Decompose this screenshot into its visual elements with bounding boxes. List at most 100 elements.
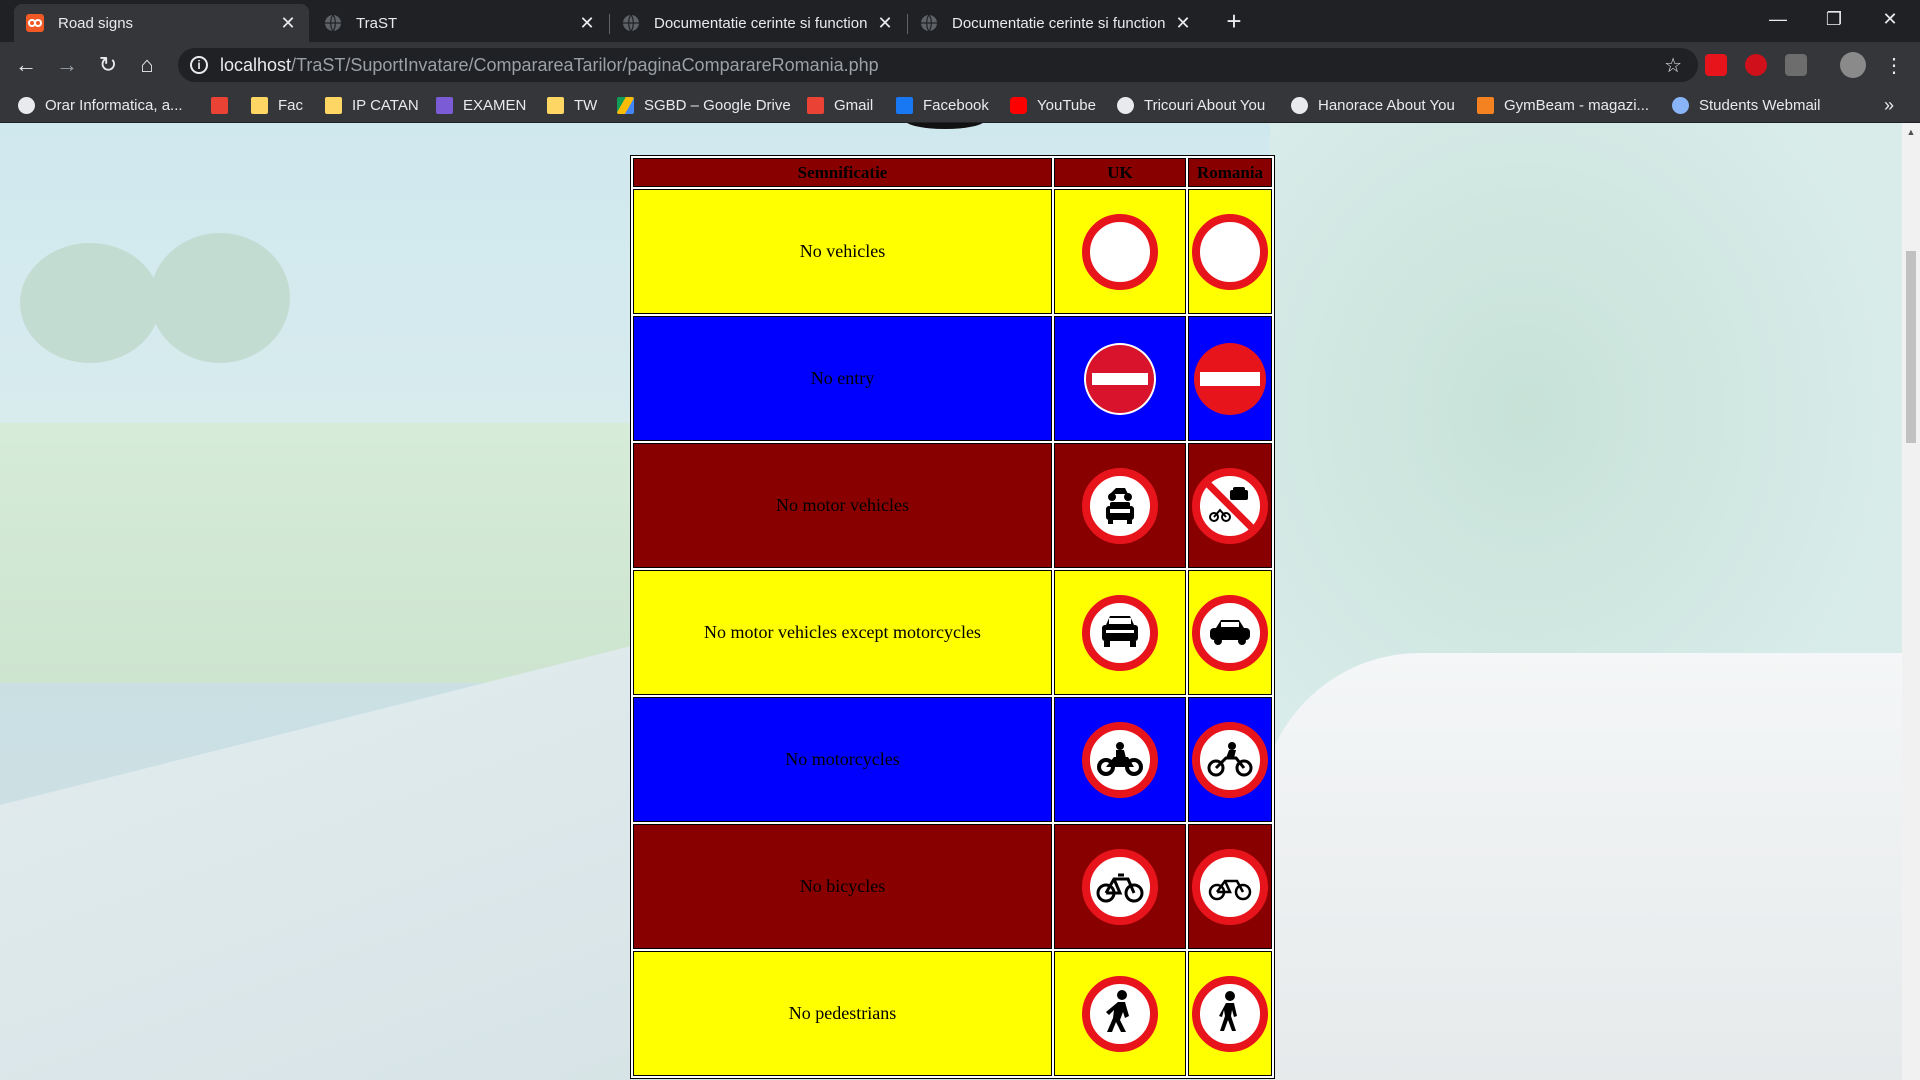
meaning-cell: No entry <box>633 316 1052 441</box>
pedestrian-icon <box>1192 975 1268 1052</box>
romania-sign-cell <box>1188 951 1272 1076</box>
motorcycle-icon <box>1192 721 1268 798</box>
close-tab-icon[interactable]: ✕ <box>578 13 596 34</box>
uk-sign-cell <box>1054 824 1186 949</box>
no-vehicles-icon <box>1192 213 1268 290</box>
about-you-icon <box>1117 96 1134 114</box>
header-semnificatie: Semnificatie <box>633 158 1052 187</box>
tab-road-signs[interactable]: Road signs ✕ <box>14 4 309 42</box>
tab-trast[interactable]: TraST ✕ <box>312 4 608 42</box>
header-uk: UK <box>1054 158 1186 187</box>
bookmark-hanorace[interactable]: Hanorace About You <box>1291 88 1455 122</box>
bookmark-star-icon[interactable]: ☆ <box>1664 53 1682 78</box>
new-tab-button[interactable]: + <box>1222 6 1246 36</box>
address-bar[interactable]: i localhost/TraST/SuportInvatare/Compara… <box>178 48 1698 82</box>
bookmark-sgbd[interactable]: SGBD – Google Drive <box>617 88 791 122</box>
globe-icon <box>921 14 937 32</box>
about-you-icon <box>1291 96 1308 114</box>
bookmarks-bar: Orar Informatica, a... Fac IP CATAN EXAM… <box>0 88 1920 123</box>
bookmark-students-webmail[interactable]: Students Webmail <box>1672 88 1820 122</box>
bookmark-orar[interactable]: Orar Informatica, a... <box>18 88 183 122</box>
no-motor-vehicles-icon <box>1192 467 1268 544</box>
uk-sign-cell <box>1054 189 1186 314</box>
forward-arrow-icon[interactable]: → <box>51 50 83 80</box>
facebook-icon <box>896 96 913 114</box>
close-window-icon[interactable]: ✕ <box>1866 0 1914 38</box>
bookmark-facebook[interactable]: Facebook <box>896 88 989 122</box>
tab-documentatie-1[interactable]: Documentatie cerinte si function ✕ <box>610 4 906 42</box>
table-row: No bicycles <box>633 824 1272 949</box>
bookmark-gymbeam[interactable]: GymBeam - magazi... <box>1477 88 1649 122</box>
google-drive-icon <box>617 96 634 114</box>
gmail-icon <box>211 96 228 114</box>
uk-sign-cell <box>1054 951 1186 1076</box>
bookmark-youtube[interactable]: YouTube <box>1010 88 1096 122</box>
menu-dots-icon[interactable]: ⋮ <box>1878 50 1910 80</box>
decorative-oval <box>905 123 985 129</box>
no-vehicles-icon <box>1082 213 1158 290</box>
romania-sign-cell <box>1188 697 1272 822</box>
tab-title: Documentatie cerinte si function <box>952 14 1166 32</box>
background-field <box>0 423 650 683</box>
table-row: No motor vehicles <box>633 443 1272 568</box>
no-motor-vehicles-icon <box>1082 467 1158 544</box>
extension-red-icon[interactable] <box>1705 54 1727 76</box>
background-car <box>1260 653 1902 1080</box>
bookmark-examen[interactable]: EXAMEN <box>436 88 526 122</box>
bookmark-gmail[interactable]: Gmail <box>807 88 873 122</box>
tab-documentatie-2[interactable]: Documentatie cerinte si function ✕ <box>908 4 1204 42</box>
bookmark-ip-catan[interactable]: IP CATAN <box>325 88 419 122</box>
scroll-thumb[interactable] <box>1906 251 1916 443</box>
tab-title: Documentatie cerinte si function <box>654 14 868 32</box>
background-tree <box>20 243 160 363</box>
bookmark-tw[interactable]: TW <box>547 88 597 122</box>
table-row: No pedestrians <box>633 951 1272 1076</box>
meaning-cell: No motor vehicles except motorcycles <box>633 570 1052 695</box>
restore-icon[interactable]: ❐ <box>1810 0 1858 38</box>
header-romania: Romania <box>1188 158 1272 187</box>
gmail-icon <box>807 96 824 114</box>
meaning-cell: No vehicles <box>633 189 1052 314</box>
romania-sign-cell <box>1188 316 1272 441</box>
close-tab-icon[interactable]: ✕ <box>1174 13 1192 34</box>
bicycle-icon <box>1192 848 1268 925</box>
url-host: localhost <box>220 54 292 75</box>
motorcycle-icon <box>1082 721 1158 798</box>
info-icon[interactable]: i <box>190 56 208 74</box>
more-bookmarks-icon[interactable]: » <box>1884 88 1894 122</box>
youtube-icon <box>1010 96 1027 114</box>
uk-sign-cell <box>1054 697 1186 822</box>
close-tab-icon[interactable]: ✕ <box>279 13 297 34</box>
bicycle-icon <box>1082 848 1158 925</box>
table-row: No motorcycles <box>633 697 1272 822</box>
meaning-cell: No pedestrians <box>633 951 1052 1076</box>
uk-sign-cell <box>1054 443 1186 568</box>
reload-icon[interactable]: ↻ <box>92 50 124 80</box>
extension-adblock-icon[interactable] <box>1745 54 1767 76</box>
webmail-icon <box>1672 96 1689 114</box>
folder-icon <box>251 96 268 114</box>
url-path: /TraST/SuportInvatare/ComparareaTarilor/… <box>291 54 879 75</box>
close-tab-icon[interactable]: ✕ <box>876 13 894 34</box>
back-arrow-icon[interactable]: ← <box>10 50 42 80</box>
bookmark-fac[interactable]: Fac <box>251 88 303 122</box>
table-header-row: Semnificatie UK Romania <box>633 158 1272 187</box>
no-entry-icon <box>1084 342 1156 415</box>
minimize-icon[interactable]: — <box>1754 0 1802 38</box>
list-icon <box>436 96 453 114</box>
page-scrollbar[interactable]: ▲ <box>1902 123 1920 1080</box>
url-text[interactable]: localhost/TraST/SuportInvatare/Comparare… <box>220 55 879 76</box>
romania-sign-cell <box>1188 570 1272 695</box>
table-row: No vehicles <box>633 189 1272 314</box>
bookmark-gmail-1[interactable] <box>211 88 238 122</box>
site-favicon-icon <box>26 14 44 32</box>
background-tree <box>150 233 290 363</box>
uk-sign-cell <box>1054 570 1186 695</box>
home-icon[interactable]: ⌂ <box>131 50 163 80</box>
profile-avatar[interactable] <box>1840 52 1866 78</box>
extension-facebook-icon[interactable] <box>1785 54 1807 76</box>
scroll-up-icon[interactable]: ▲ <box>1906 127 1916 137</box>
bookmark-tricouri[interactable]: Tricouri About You <box>1117 88 1265 122</box>
tab-title: Road signs <box>58 14 134 32</box>
pedestrian-icon <box>1082 975 1158 1052</box>
